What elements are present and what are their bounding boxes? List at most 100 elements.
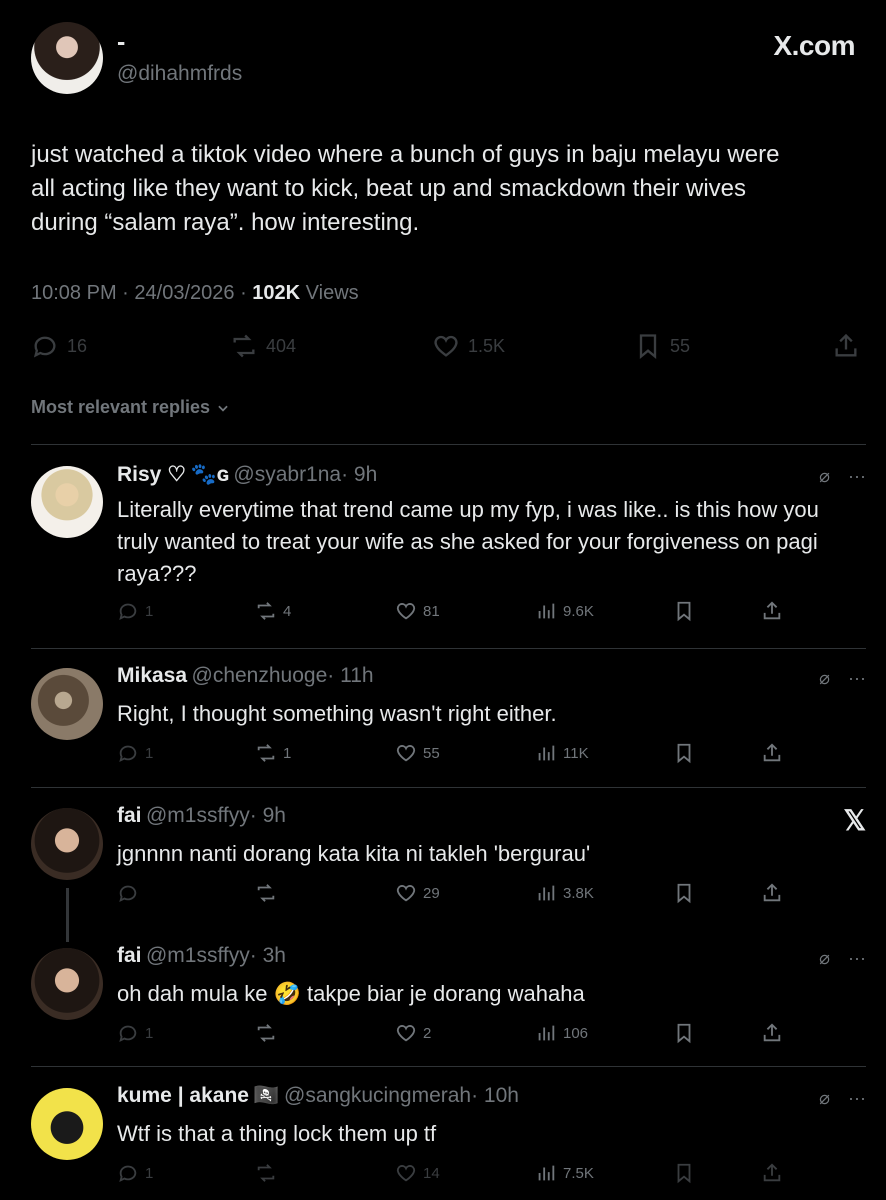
avatar[interactable] [31, 466, 103, 538]
avatar[interactable] [31, 808, 103, 880]
reply-author-handle[interactable]: @syabr1na [233, 463, 341, 486]
reply-button[interactable]: 1 [117, 1022, 153, 1044]
replies-filter[interactable]: Most relevant replies [31, 397, 230, 418]
bookmark-icon [677, 1163, 691, 1184]
repost-button[interactable] [255, 1162, 277, 1184]
views-count: 102K [252, 282, 301, 304]
reply-item[interactable]: kume | akane 🏴‍☠️ @sangkucingmerah· 10h … [31, 1084, 866, 1200]
bookmark-button[interactable] [673, 600, 695, 622]
reply-item[interactable]: fai @m1ssffyy· 9h 𝕏 jgnnnn nanti dorang … [31, 804, 866, 942]
thread-line [66, 888, 69, 942]
reply-time[interactable]: · 3h [250, 944, 286, 967]
x-logo-icon: X.com [773, 30, 855, 61]
bookmark-button[interactable] [673, 742, 695, 764]
like-icon [396, 603, 416, 620]
share-button[interactable] [761, 882, 783, 904]
reply-icon [119, 603, 137, 621]
grok-icon[interactable]: ⌀ [819, 1088, 830, 1109]
avatar[interactable] [31, 668, 103, 740]
bookmark-button[interactable]: 55 [634, 332, 690, 360]
avatar[interactable] [31, 1088, 103, 1160]
reply-author-handle[interactable]: @m1ssffyy [146, 804, 250, 827]
repost-button[interactable]: 404 [230, 332, 296, 360]
reply-text: Literally everytime that trend came up m… [117, 494, 877, 590]
like-button[interactable]: 1.5K [432, 332, 505, 360]
share-icon [835, 333, 857, 357]
divider [31, 648, 866, 649]
views-button[interactable]: 3.8K [535, 882, 594, 904]
like-button[interactable]: 29 [395, 882, 440, 904]
bookmark-button[interactable] [673, 1022, 695, 1044]
repost-button[interactable] [255, 882, 277, 904]
views-count: 11K [563, 744, 589, 762]
reply-item[interactable]: Risy ♡ 🐾ɢ @syabr1na· 9h ⌀ ··· Literally … [31, 462, 866, 632]
more-icon[interactable]: ··· [848, 948, 866, 969]
like-button[interactable]: 55 [395, 742, 440, 764]
like-button[interactable]: 2 [395, 1022, 431, 1044]
reply-author-handle[interactable]: @sangkucingmerah [284, 1084, 471, 1107]
reply-button[interactable]: 1 [117, 1162, 153, 1184]
reply-button[interactable]: 1 [117, 600, 153, 622]
views-button[interactable]: 7.5K [535, 1162, 594, 1184]
reply-button[interactable]: 1 [117, 742, 153, 764]
share-button[interactable] [761, 600, 783, 622]
share-button[interactable] [832, 332, 860, 360]
reply-item[interactable]: Mikasa @chenzhuoge· 11h ⌀ ··· Right, I t… [31, 664, 866, 774]
reply-author-handle[interactable]: @chenzhuoge [192, 664, 328, 687]
grok-icon[interactable]: ⌀ [819, 466, 830, 487]
reply-time[interactable]: · 11h [327, 664, 373, 687]
bookmark-count: 55 [670, 335, 691, 356]
reply-author-handle[interactable]: @m1ssffyy [146, 944, 250, 967]
reply-time[interactable]: · 9h [341, 463, 377, 486]
bookmark-icon [677, 743, 691, 764]
post-time[interactable]: 10:08 PM [31, 282, 117, 304]
more-icon[interactable]: ··· [848, 1088, 866, 1109]
reply-time[interactable]: · 9h [250, 804, 286, 827]
reply-author-name[interactable]: fai [117, 804, 142, 827]
share-icon [763, 601, 781, 620]
post-text-line: during “salam raya”. how interesting. [31, 209, 420, 236]
post-date[interactable]: 24/03/2026 [134, 282, 234, 304]
more-icon[interactable]: ··· [848, 466, 866, 487]
bookmark-button[interactable] [673, 882, 695, 904]
reply-icon [33, 336, 56, 358]
reply-icon [119, 1025, 137, 1043]
views-button[interactable]: 9.6K [535, 600, 594, 622]
grok-icon[interactable]: ⌀ [819, 668, 830, 689]
author-display-name[interactable]: - [117, 28, 125, 57]
share-button[interactable] [761, 742, 783, 764]
repost-button[interactable]: 1 [255, 742, 291, 764]
reply-count: 16 [67, 335, 88, 356]
avatar[interactable] [31, 948, 103, 1020]
reply-author-name[interactable]: Mikasa [117, 664, 187, 687]
share-button[interactable] [761, 1022, 783, 1044]
share-icon [763, 1163, 781, 1182]
reply-time[interactable]: · 10h [471, 1084, 519, 1107]
share-icon [763, 883, 781, 902]
author-handle[interactable]: @dihahmfrds [117, 62, 242, 86]
like-button[interactable]: 81 [395, 600, 440, 622]
views-count: 106 [563, 1024, 589, 1042]
repost-button[interactable]: 4 [255, 600, 291, 622]
reply-button[interactable]: 16 [31, 332, 87, 360]
reply-button[interactable] [117, 882, 139, 904]
bookmark-icon [677, 1023, 691, 1044]
reply-icon [119, 1165, 137, 1183]
views-button[interactable]: 106 [535, 1022, 588, 1044]
reply-options: ⌀ ··· [819, 668, 866, 689]
like-button[interactable]: 14 [395, 1162, 440, 1184]
share-icon [763, 1023, 781, 1042]
reply-item[interactable]: fai @m1ssffyy· 3h ⌀ ··· oh dah mula ke 🤣… [31, 944, 866, 1054]
repost-button[interactable] [255, 1022, 277, 1044]
author-avatar[interactable] [31, 22, 103, 94]
more-icon[interactable]: ··· [848, 668, 866, 689]
reply-count: 1 [145, 1164, 154, 1182]
like-count: 55 [423, 744, 440, 762]
reply-author-name[interactable]: kume | akane [117, 1084, 249, 1107]
views-button[interactable]: 11K [535, 742, 589, 764]
reply-author-name[interactable]: Risy ♡ [117, 463, 186, 486]
grok-icon[interactable]: ⌀ [819, 948, 830, 969]
share-button[interactable] [761, 1162, 783, 1184]
reply-author-name[interactable]: fai [117, 944, 142, 967]
bookmark-button[interactable] [673, 1162, 695, 1184]
